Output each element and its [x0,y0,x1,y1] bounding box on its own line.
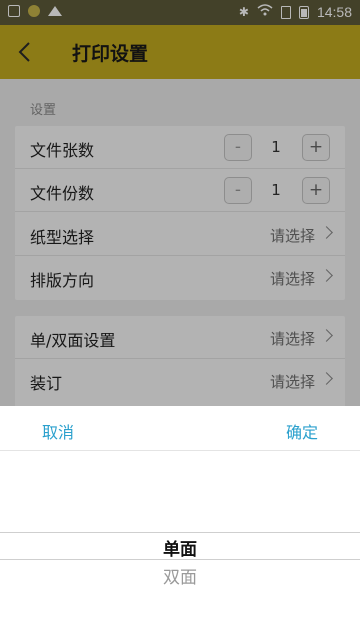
cancel-button[interactable]: 取消 [42,419,74,443]
confirm-button[interactable]: 确定 [286,419,318,443]
picker-divider-top [0,532,360,533]
picker-header: 取消 确定 [0,406,360,451]
picker-option-selected[interactable]: 单面 [0,535,360,560]
duplex-picker: 取消 确定 单面 双面 [0,406,360,640]
picker-option[interactable]: 双面 [0,563,360,588]
